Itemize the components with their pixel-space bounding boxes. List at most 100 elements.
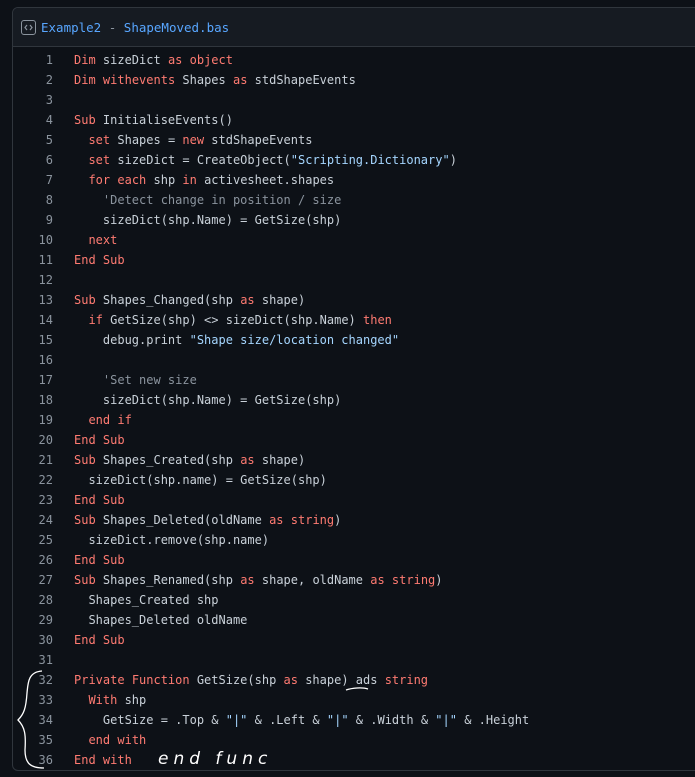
code-token: if [117, 413, 132, 427]
line-number[interactable]: 27 [13, 573, 74, 587]
line-number[interactable]: 24 [13, 513, 74, 527]
line-number[interactable]: 25 [13, 533, 74, 547]
code-line: 24 Sub Shapes_Deleted(oldName as string) [13, 510, 695, 530]
line-number[interactable]: 10 [13, 233, 74, 247]
code-token: end [88, 733, 111, 747]
code-token: Sub [74, 453, 96, 467]
code-text: set Shapes = new stdShapeEvents [74, 133, 312, 147]
code-token: as [370, 573, 385, 587]
line-number[interactable]: 22 [13, 473, 74, 487]
code-token: withevents [102, 73, 176, 87]
code-token: with [117, 733, 147, 747]
code-line: 33 With shp [13, 690, 695, 710]
line-number[interactable]: 17 [13, 373, 74, 387]
code-token: as [240, 573, 255, 587]
code-line: 17 'Set new size [13, 370, 695, 390]
embed-header: Example2 - ShapeMoved.bas [13, 8, 695, 47]
line-number[interactable]: 9 [13, 213, 74, 227]
code-line: 3 [13, 90, 695, 110]
line-number[interactable]: 7 [13, 173, 74, 187]
code-token: string [391, 573, 436, 587]
line-number[interactable]: 21 [13, 453, 74, 467]
code-token: End [74, 493, 96, 507]
file-link[interactable]: ShapeMoved.bas [124, 20, 229, 35]
code-line: 35 end with [13, 730, 695, 750]
line-number[interactable]: 20 [13, 433, 74, 447]
line-number[interactable]: 32 [13, 673, 74, 687]
code-line: 22 sizeDict(shp.name) = GetSize(shp) [13, 470, 695, 490]
line-number[interactable]: 15 [13, 333, 74, 347]
line-number[interactable]: 12 [13, 273, 74, 287]
code-text: Sub Shapes_Deleted(oldName as string) [74, 513, 341, 527]
code-token: object [189, 53, 233, 67]
code-text: End Sub [74, 493, 125, 507]
line-number[interactable]: 4 [13, 113, 74, 127]
code-token: as [269, 513, 284, 527]
code-line: 1 Dim sizeDict as object [13, 50, 695, 70]
code-line: 26 End Sub [13, 550, 695, 570]
code-line: 27 Sub Shapes_Renamed(shp as shape, oldNa… [13, 570, 695, 590]
line-number[interactable]: 19 [13, 413, 74, 427]
code-text: if GetSize(shp) <> sizeDict(shp.Name) th… [74, 313, 391, 327]
code-token: sizeDict(shp.name) = GetSize(shp) [74, 473, 327, 487]
code-token: ) [334, 513, 342, 527]
line-number[interactable]: 3 [13, 93, 74, 107]
code-token: End [74, 253, 96, 267]
code-token: "|" [435, 713, 457, 727]
code-token: Sub [102, 433, 125, 447]
line-number[interactable]: 35 [13, 733, 74, 747]
line-number[interactable]: 1 [13, 53, 74, 67]
line-number[interactable]: 31 [13, 653, 74, 667]
code-token: End [74, 633, 96, 647]
code-text: end with [74, 733, 146, 747]
code-token: "|" [326, 713, 349, 727]
line-number[interactable]: 16 [13, 353, 74, 367]
code-line: 15 debug.print "Shape size/location chan… [13, 330, 695, 350]
line-number[interactable]: 28 [13, 593, 74, 607]
line-number[interactable]: 33 [13, 693, 74, 707]
line-number[interactable]: 5 [13, 133, 74, 147]
line-number[interactable]: 11 [13, 253, 74, 267]
code-token: "Shape size/location changed" [189, 333, 400, 347]
code-text: next [74, 233, 117, 247]
line-number[interactable]: 36 [13, 753, 74, 767]
code-token: With [88, 693, 118, 707]
code-token: shp [146, 173, 183, 187]
code-token: string [384, 673, 429, 687]
line-number[interactable]: 29 [13, 613, 74, 627]
code-line: 13 Sub Shapes_Changed(shp as shape) [13, 290, 695, 310]
code-token: end [88, 413, 111, 427]
line-number[interactable]: 26 [13, 553, 74, 567]
code-token: "|" [225, 713, 248, 727]
code-token: Shapes_Deleted oldName [74, 613, 248, 627]
code-token: ) [435, 573, 443, 587]
line-number[interactable]: 14 [13, 313, 74, 327]
code-line: 30 End Sub [13, 630, 695, 650]
code-text: sizeDict(shp.name) = GetSize(shp) [74, 473, 327, 487]
code-token: sizeDict(shp.Name) = GetSize(shp) [74, 393, 342, 407]
line-number[interactable]: 34 [13, 713, 74, 727]
code-text: sizeDict(shp.Name) = GetSize(shp) [74, 393, 341, 407]
line-number[interactable]: 2 [13, 73, 74, 87]
code-token: set [88, 153, 111, 167]
code-text: sizeDict(shp.Name) = GetSize(shp) [74, 213, 341, 227]
code-line: 14 if GetSize(shp) <> sizeDict(shp.Name)… [13, 310, 695, 330]
repo-link[interactable]: Example2 [41, 20, 101, 35]
code-line: 31 [13, 650, 695, 670]
line-number[interactable]: 6 [13, 153, 74, 167]
code-text: end if [74, 413, 132, 427]
code-line: 19 end if [13, 410, 695, 430]
code-token: for [88, 173, 111, 187]
line-number[interactable]: 8 [13, 193, 74, 207]
line-number[interactable]: 13 [13, 293, 74, 307]
line-number[interactable]: 23 [13, 493, 74, 507]
line-number[interactable]: 30 [13, 633, 74, 647]
code-token: 'Detect change in position / size [102, 193, 342, 207]
code-text: for each shp in activesheet.shapes [74, 173, 334, 187]
line-number[interactable]: 18 [13, 393, 74, 407]
code-token: Shapes_Created(shp [95, 453, 241, 467]
